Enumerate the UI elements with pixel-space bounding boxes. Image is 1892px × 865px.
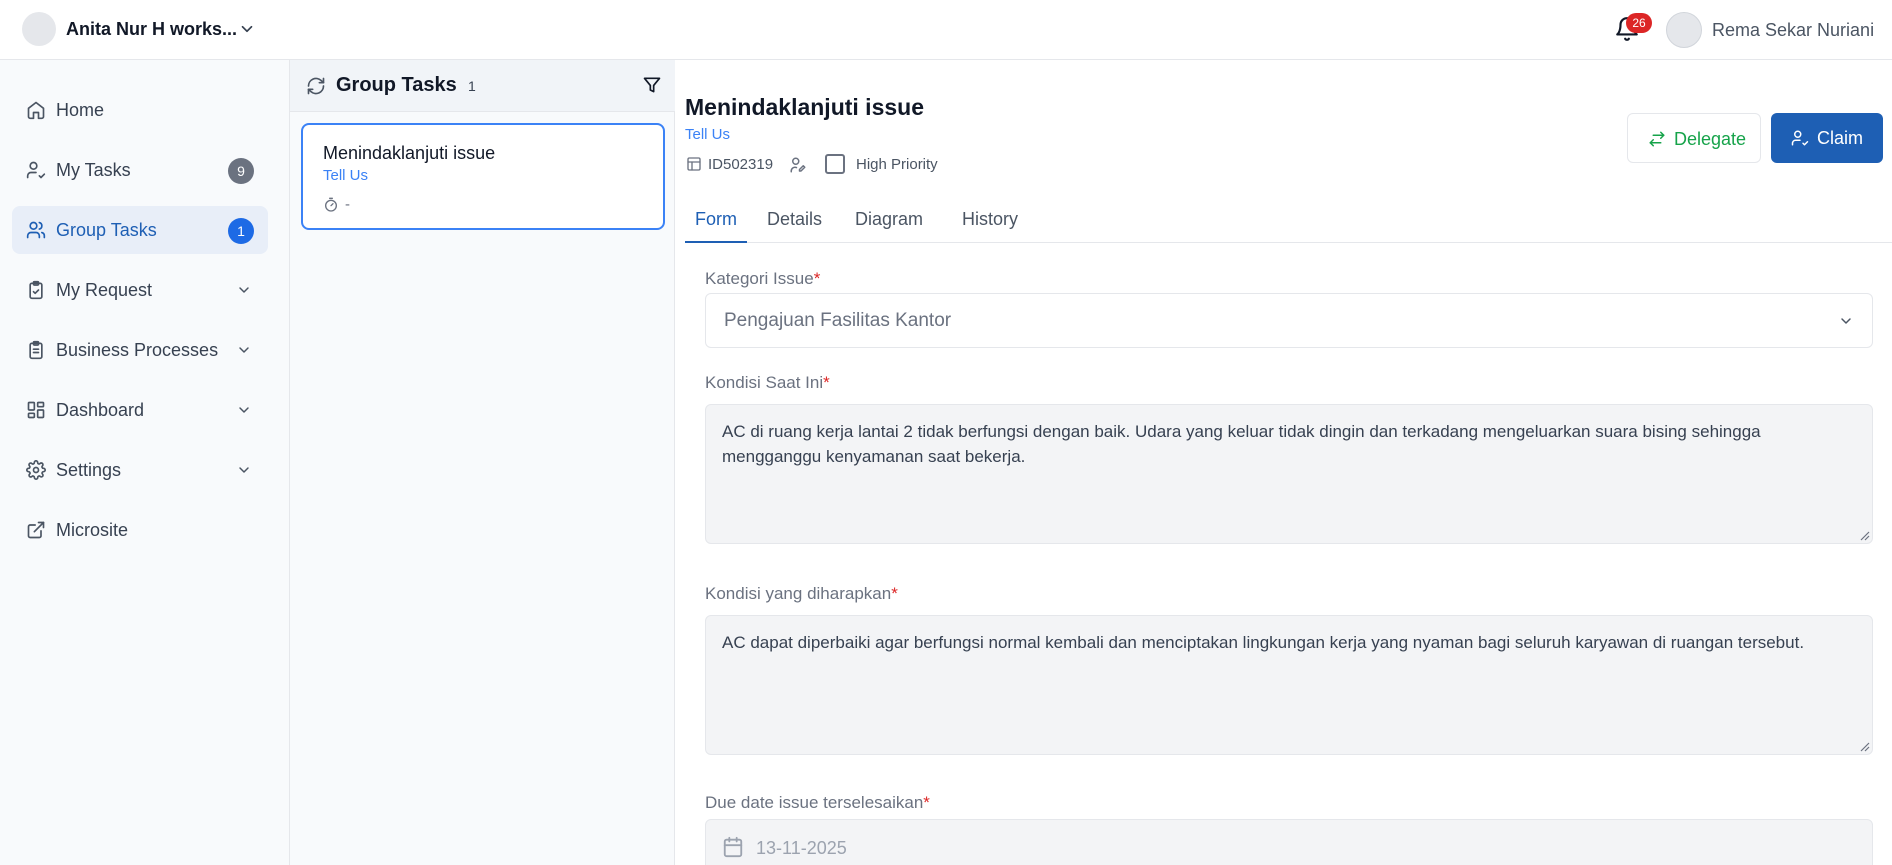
kondisi-saat-ini-value: AC di ruang kerja lantai 2 tidak berfung…	[722, 422, 1761, 466]
sidebar-item-label: Settings	[56, 460, 122, 480]
count-badge: 1	[228, 218, 254, 244]
sidebar-item-home[interactable]: Home	[12, 86, 268, 134]
user-check-icon	[1791, 130, 1809, 146]
user-edit-icon[interactable]	[789, 156, 807, 174]
task-id: ID502319	[708, 156, 774, 173]
external-link-icon	[27, 521, 45, 539]
resize-handle-icon[interactable]	[1858, 529, 1870, 541]
task-detail-panel: Menindaklanjuti issue Tell Us ID502319 H…	[675, 60, 1892, 865]
task-process-link[interactable]: Tell Us	[685, 126, 730, 143]
resize-handle-icon[interactable]	[1858, 740, 1870, 752]
sidebar-item-label: My Tasks	[56, 160, 131, 180]
kategori-issue-label: Kategori Issue*	[705, 269, 821, 288]
table-icon	[687, 157, 701, 171]
tab-history[interactable]: History	[962, 191, 1018, 243]
sidebar-item-settings[interactable]: Settings	[12, 446, 268, 494]
chevron-down-icon	[239, 347, 249, 353]
chevron-down-icon	[239, 287, 249, 293]
kondisi-saat-ini-textarea[interactable]: AC di ruang kerja lantai 2 tidak berfung…	[705, 404, 1873, 544]
count-badge: 9	[228, 158, 254, 184]
user-name[interactable]: Rema Sekar Nuriani	[1712, 20, 1874, 41]
claim-button[interactable]: Claim	[1771, 113, 1883, 163]
task-list-panel: Group Tasks 1 Menindaklanjuti issue Tell…	[290, 60, 675, 865]
due-date-value: 13-11-2025	[756, 838, 847, 858]
task-card-due: -	[345, 196, 350, 213]
sidebar-item-label: Home	[56, 100, 105, 120]
swap-icon	[1649, 131, 1665, 147]
sidebar-item-label: Business Processes	[56, 340, 219, 360]
due-date-field[interactable]: 13-11-2025	[705, 819, 1873, 865]
notification-badge: 26	[1626, 13, 1652, 33]
task-count: 1	[468, 78, 476, 94]
required-marker: *	[923, 793, 930, 812]
delegate-label: Delegate	[1674, 129, 1747, 149]
sidebar-item-group-tasks[interactable]: Group Tasks 1	[12, 206, 268, 254]
tab-form[interactable]: Form	[685, 191, 747, 243]
sidebar-item-microsite[interactable]: Microsite	[12, 506, 268, 554]
high-priority-label: High Priority	[856, 156, 938, 173]
user-check-icon	[26, 161, 46, 179]
required-marker: *	[823, 373, 830, 392]
claim-label: Claim	[1817, 128, 1864, 148]
high-priority-checkbox[interactable]	[825, 154, 845, 174]
sidebar: Home My Tasks 9 Group Tasks 1 My Request…	[0, 60, 290, 865]
delegate-button[interactable]: Delegate	[1627, 113, 1761, 163]
workspace-name[interactable]: Anita Nur H works...	[66, 19, 237, 40]
sidebar-item-dashboard[interactable]: Dashboard	[12, 386, 268, 434]
required-marker: *	[813, 269, 821, 288]
user-avatar[interactable]	[1666, 12, 1702, 48]
kategori-issue-select[interactable]: Pengajuan Fasilitas Kantor	[705, 293, 1873, 348]
task-list-title: Group Tasks	[336, 74, 457, 96]
task-card-title: Menindaklanjuti issue	[323, 143, 496, 163]
kondisi-diharapkan-value: AC dapat diperbaiki agar berfungsi norma…	[722, 633, 1805, 652]
task-card-subtitle: Tell Us	[323, 167, 369, 184]
users-icon	[26, 221, 46, 239]
filter-icon[interactable]	[642, 75, 662, 95]
gear-icon	[26, 460, 46, 480]
chevron-down-icon	[239, 467, 249, 473]
required-marker: *	[891, 584, 898, 603]
dashboard-grid-icon	[27, 401, 45, 419]
due-date-label: Due date issue terselesaikan*	[705, 793, 930, 812]
calendar-icon	[723, 836, 743, 858]
chevron-down-icon[interactable]	[238, 20, 256, 38]
sidebar-item-business-processes[interactable]: Business Processes	[12, 326, 268, 374]
kondisi-diharapkan-textarea[interactable]: AC dapat diperbaiki agar berfungsi norma…	[705, 615, 1873, 755]
task-title: Menindaklanjuti issue	[685, 94, 924, 120]
sidebar-item-label: My Request	[56, 280, 153, 300]
clipboard-list-icon	[29, 340, 43, 360]
sidebar-item-label: Dashboard	[56, 400, 145, 420]
kondisi-diharapkan-label: Kondisi yang diharapkan*	[705, 584, 898, 603]
top-bar: Anita Nur H works... 26 Rema Sekar Nuria…	[0, 0, 1892, 60]
detail-tabs: Form Details Diagram History	[685, 191, 1892, 243]
task-card[interactable]: Menindaklanjuti issue Tell Us -	[301, 123, 665, 230]
refresh-icon[interactable]	[306, 76, 326, 96]
timer-icon	[325, 197, 337, 212]
task-list-header: Group Tasks 1	[290, 60, 675, 112]
sidebar-item-my-request[interactable]: My Request	[12, 266, 268, 314]
sidebar-item-label: Microsite	[56, 520, 129, 540]
sidebar-item-label: Group Tasks	[56, 220, 157, 240]
home-icon	[27, 101, 45, 120]
kondisi-saat-ini-label: Kondisi Saat Ini*	[705, 373, 830, 392]
tab-diagram[interactable]: Diagram	[855, 191, 923, 243]
workspace-avatar[interactable]	[22, 12, 56, 46]
kategori-issue-value: Pengajuan Fasilitas Kantor	[724, 310, 952, 331]
clipboard-check-icon	[29, 280, 43, 300]
chevron-down-icon	[1841, 318, 1851, 324]
chevron-down-icon	[239, 407, 249, 413]
sidebar-item-my-tasks[interactable]: My Tasks 9	[12, 146, 268, 194]
tab-details[interactable]: Details	[767, 191, 822, 243]
